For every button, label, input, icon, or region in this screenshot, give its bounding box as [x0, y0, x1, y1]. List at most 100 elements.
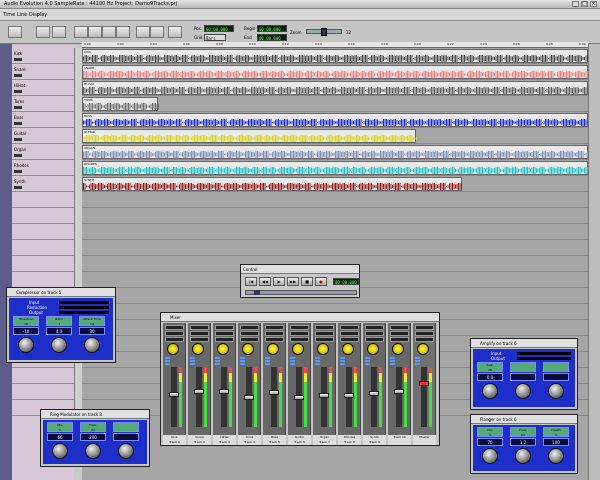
- knob-icon[interactable]: [52, 443, 68, 459]
- mixer-button[interactable]: [215, 357, 220, 359]
- mixer-button[interactable]: [315, 363, 320, 365]
- zoom-slider[interactable]: [306, 28, 342, 36]
- insert-slot[interactable]: [340, 337, 359, 342]
- mixer-button[interactable]: [265, 357, 270, 359]
- open-icon[interactable]: [8, 26, 22, 38]
- mixer-button[interactable]: [290, 363, 295, 365]
- insert-slot[interactable]: [315, 337, 334, 342]
- volume-fader[interactable]: [394, 367, 404, 427]
- mixer-button[interactable]: [190, 363, 195, 365]
- pan-knob-icon[interactable]: [392, 343, 404, 355]
- fader-thumb[interactable]: [244, 394, 254, 400]
- redo-icon[interactable]: [150, 26, 164, 38]
- insert-slot[interactable]: [365, 325, 384, 330]
- ringmod-param-value[interactable]: 66: [47, 433, 73, 441]
- insert-slot[interactable]: [290, 337, 309, 342]
- flanger-param-value[interactable]: 70: [477, 438, 503, 446]
- fader-thumb[interactable]: [169, 391, 179, 397]
- knob-icon[interactable]: [51, 337, 67, 353]
- audio-clip[interactable]: ORGAN: [82, 145, 590, 161]
- pan-knob-icon[interactable]: [167, 343, 179, 355]
- fader-thumb[interactable]: [419, 380, 429, 386]
- mixer-button[interactable]: [190, 360, 195, 362]
- knob-icon[interactable]: [84, 337, 100, 353]
- insert-slot[interactable]: [390, 331, 409, 336]
- insert-slot[interactable]: [265, 325, 284, 330]
- fader-thumb[interactable]: [394, 389, 404, 394]
- volume-fader[interactable]: [269, 367, 279, 427]
- fast-forward-button[interactable]: ▶▶: [287, 277, 299, 286]
- flanger-param-value[interactable]: 100: [543, 438, 569, 446]
- knob-icon[interactable]: [548, 383, 564, 399]
- track-lane[interactable]: KICK: [82, 48, 590, 65]
- play-button[interactable]: ▶: [273, 277, 285, 286]
- mixer-button[interactable]: [340, 363, 345, 365]
- track-lane[interactable]: BASS: [82, 112, 590, 129]
- audio-clip[interactable]: TOMS: [82, 97, 159, 113]
- transport-slider-thumb[interactable]: [254, 290, 260, 295]
- mixer-button[interactable]: [240, 360, 245, 362]
- amplify-param-value[interactable]: 0.0: [477, 373, 503, 381]
- track-icons[interactable]: [14, 90, 22, 93]
- rewind-button[interactable]: ◀◀: [259, 277, 271, 286]
- maximize-button[interactable]: □: [581, 1, 588, 7]
- track-icons[interactable]: [14, 154, 22, 157]
- minimize-button[interactable]: _: [572, 1, 579, 7]
- insert-slot[interactable]: [240, 325, 259, 330]
- fader-thumb[interactable]: [319, 393, 329, 399]
- ringmod-param-value[interactable]: [113, 433, 139, 441]
- insert-slot[interactable]: [365, 331, 384, 336]
- loop-icon[interactable]: [52, 26, 66, 38]
- insert-slot[interactable]: [390, 337, 409, 342]
- knob-icon[interactable]: [18, 337, 34, 353]
- audio-clip[interactable]: SNARE: [82, 65, 590, 81]
- insert-slot[interactable]: [165, 325, 184, 330]
- insert-slot[interactable]: [340, 331, 359, 336]
- track-lane[interactable]: HI-HAT: [82, 80, 590, 97]
- mixer-button[interactable]: [215, 363, 220, 365]
- compressor-param-value[interactable]: 30: [79, 327, 105, 335]
- volume-fader[interactable]: [219, 367, 229, 427]
- mixer-button[interactable]: [265, 360, 270, 362]
- insert-slot[interactable]: [190, 325, 209, 330]
- track-lane[interactable]: SYNTH: [82, 176, 588, 193]
- insert-slot[interactable]: [165, 337, 184, 342]
- insert-slot[interactable]: [190, 337, 209, 342]
- compressor-param-value[interactable]: 4.0: [46, 327, 72, 335]
- zoom-slider-thumb[interactable]: [321, 28, 327, 36]
- volume-fader[interactable]: [244, 367, 254, 427]
- pan-knob-icon[interactable]: [417, 343, 429, 355]
- mixer-button[interactable]: [315, 357, 320, 359]
- track-lane[interactable]: GUITAR: [82, 128, 588, 145]
- insert-slot[interactable]: [390, 325, 409, 330]
- insert-slot[interactable]: [365, 337, 384, 342]
- knob-icon[interactable]: [85, 443, 101, 459]
- pencil-tool-icon[interactable]: [88, 26, 102, 38]
- insert-slot[interactable]: [415, 337, 434, 342]
- track-lane[interactable]: [82, 224, 588, 240]
- insert-slot[interactable]: [315, 325, 334, 330]
- mixer-button[interactable]: [340, 357, 345, 359]
- pan-knob-icon[interactable]: [242, 343, 254, 355]
- insert-slot[interactable]: [240, 337, 259, 342]
- mixer-button[interactable]: [415, 363, 420, 365]
- insert-slot[interactable]: [215, 325, 234, 330]
- mixer-button[interactable]: [415, 357, 420, 359]
- track-icons[interactable]: [14, 170, 22, 173]
- audio-clip[interactable]: KICK: [82, 49, 590, 65]
- mixer-button[interactable]: [290, 360, 295, 362]
- pan-knob-icon[interactable]: [367, 343, 379, 355]
- audio-clip[interactable]: GUITAR: [82, 129, 417, 145]
- amplify-param-value[interactable]: [510, 373, 536, 381]
- mixer-button[interactable]: [165, 363, 170, 365]
- ringmod-param-value[interactable]: 200: [80, 433, 106, 441]
- close-button[interactable]: ×: [590, 1, 597, 7]
- track-icons[interactable]: [14, 122, 22, 125]
- insert-slot[interactable]: [265, 337, 284, 342]
- fader-thumb[interactable]: [294, 394, 304, 400]
- mixer-button[interactable]: [365, 360, 370, 362]
- insert-slot[interactable]: [415, 331, 434, 336]
- stop-button[interactable]: ■: [301, 277, 313, 286]
- mixer-button[interactable]: [390, 360, 395, 362]
- knob-icon[interactable]: [482, 383, 498, 399]
